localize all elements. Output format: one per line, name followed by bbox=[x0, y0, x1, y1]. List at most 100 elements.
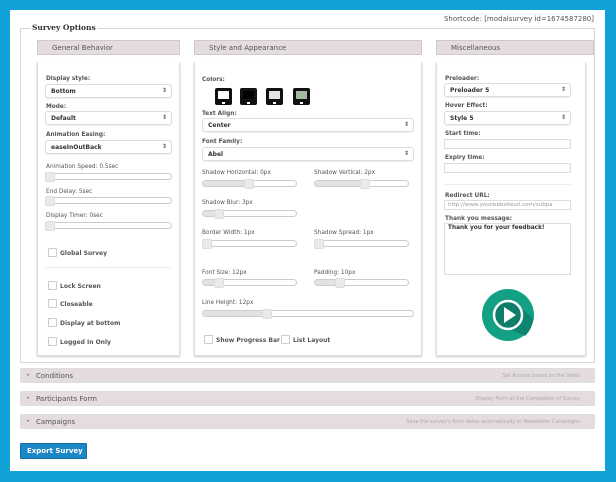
font-family-label: Font Family: bbox=[202, 139, 243, 145]
progress-bar-checkbox[interactable] bbox=[204, 335, 213, 344]
start-time-input[interactable] bbox=[444, 139, 571, 149]
slider-handle[interactable] bbox=[202, 239, 212, 249]
color-swatch[interactable] bbox=[240, 88, 257, 105]
slider-fill bbox=[315, 181, 366, 186]
shadow-spread-label: Shadow Spread: 1px bbox=[314, 230, 374, 236]
accordion-title: Campaigns bbox=[36, 418, 76, 426]
colors-label: Colors: bbox=[202, 77, 225, 83]
caret-right-icon: ▸ bbox=[27, 418, 30, 424]
accordion-campaigns[interactable]: ▸ Campaigns Save the survey's form datas a… bbox=[20, 414, 595, 429]
thank-you-label: Thank you message: bbox=[445, 216, 513, 222]
slider-handle[interactable] bbox=[334, 278, 345, 288]
global-survey-label: Global Survey bbox=[60, 250, 108, 257]
display-style-label: Display style: bbox=[46, 76, 91, 82]
shadow-spread-slider[interactable] bbox=[314, 239, 409, 249]
slider-handle[interactable] bbox=[243, 179, 254, 189]
thank-you-textarea[interactable]: Thank you for your feedback! bbox=[444, 223, 571, 275]
slider-handle[interactable] bbox=[45, 172, 55, 182]
preloader-label: Preloader: bbox=[445, 76, 480, 82]
redirect-url-input[interactable]: http://www.yourwebsiteurl.com/subpa bbox=[444, 200, 571, 210]
font-size-slider[interactable] bbox=[202, 278, 297, 288]
select-arrows-icon: ⇕ bbox=[560, 114, 566, 121]
end-delay-label: End Delay: 5sec bbox=[46, 189, 93, 195]
animation-speed-slider[interactable] bbox=[45, 172, 172, 182]
font-size-label: Font Size: 12px bbox=[202, 270, 247, 276]
shadow-blur-slider[interactable] bbox=[202, 209, 297, 219]
logged-in-label: Logged In Only bbox=[60, 339, 111, 346]
display-style-select[interactable]: Bottom ⇕ bbox=[45, 84, 172, 98]
easing-label: Animation Easing: bbox=[46, 132, 106, 138]
animation-speed-label: Animation Speed: 0.5sec bbox=[46, 164, 119, 170]
slider-handle[interactable] bbox=[314, 239, 324, 249]
accordion-conditions[interactable]: ▸ Conditions Set Actions based on the Vote… bbox=[20, 368, 595, 383]
lock-screen-checkbox[interactable] bbox=[48, 281, 57, 290]
miscellaneous-header: Miscellaneous bbox=[436, 40, 594, 55]
select-arrows-icon: ⇕ bbox=[403, 121, 409, 128]
hover-effect-label: Hover Effect: bbox=[445, 103, 488, 109]
slider-handle[interactable] bbox=[214, 209, 225, 219]
progress-bar-label: Show Progress Bar bbox=[216, 337, 280, 344]
closeable-checkbox[interactable] bbox=[48, 299, 57, 308]
slider-handle[interactable] bbox=[214, 278, 225, 288]
display-timer-label: Display Timer: 0sec bbox=[46, 213, 103, 219]
shadow-blur-label: Shadow Blur: 3px bbox=[202, 200, 253, 206]
accordion-description: Display Form at the Completion of Survey bbox=[475, 396, 580, 402]
global-survey-checkbox[interactable] bbox=[48, 248, 57, 257]
divider bbox=[45, 267, 172, 268]
list-layout-label: List Layout bbox=[293, 337, 331, 344]
color-swatch[interactable] bbox=[293, 88, 310, 105]
select-arrows-icon: ⇕ bbox=[161, 114, 167, 121]
logged-in-checkbox[interactable] bbox=[48, 337, 57, 346]
accordion-title: Conditions bbox=[36, 372, 74, 380]
display-bottom-checkbox[interactable] bbox=[48, 318, 57, 327]
shadow-vertical-slider[interactable] bbox=[314, 179, 409, 189]
text-align-value: Center bbox=[208, 122, 231, 129]
list-layout-checkbox[interactable] bbox=[281, 335, 290, 344]
preview-play-icon[interactable] bbox=[481, 288, 535, 342]
slider-handle[interactable] bbox=[45, 221, 55, 231]
border-width-slider[interactable] bbox=[202, 239, 297, 249]
caret-right-icon: ▸ bbox=[27, 372, 30, 378]
color-swatch[interactable] bbox=[266, 88, 283, 105]
line-height-slider[interactable] bbox=[202, 309, 414, 319]
color-swatch[interactable] bbox=[215, 88, 232, 105]
easing-value: easeInOutBack bbox=[51, 144, 102, 151]
accordion-title: Participants Form bbox=[36, 395, 97, 403]
expiry-time-input[interactable] bbox=[444, 163, 571, 173]
style-appearance-header: Style and Appearance bbox=[194, 40, 422, 55]
hover-effect-select[interactable]: Style 5 ⇕ bbox=[444, 111, 571, 125]
accordion-description: Save the survey's form datas automatical… bbox=[406, 419, 580, 425]
text-align-select[interactable]: Center ⇕ bbox=[202, 118, 414, 132]
slider-handle[interactable] bbox=[262, 309, 272, 319]
accordion-participants-form[interactable]: ▸ Participants Form Display Form at the Co… bbox=[20, 391, 595, 406]
redirect-url-label: Redirect URL: bbox=[445, 193, 490, 199]
display-style-value: Bottom bbox=[51, 88, 76, 95]
export-survey-button[interactable]: Export Survey bbox=[20, 443, 87, 459]
slider-handle[interactable] bbox=[359, 179, 370, 189]
start-time-label: Start time: bbox=[445, 131, 481, 137]
mode-select[interactable]: Default ⇕ bbox=[45, 111, 172, 125]
hover-effect-value: Style 5 bbox=[450, 115, 474, 122]
border-width-label: Border Width: 1px bbox=[202, 230, 255, 236]
padding-slider[interactable] bbox=[314, 278, 409, 288]
end-delay-slider[interactable] bbox=[45, 196, 172, 206]
shadow-horizontal-slider[interactable] bbox=[202, 179, 297, 189]
select-arrows-icon: ⇕ bbox=[161, 143, 167, 150]
preloader-value: Preloader 5 bbox=[450, 87, 490, 94]
select-arrows-icon: ⇕ bbox=[560, 86, 566, 93]
page-title: Survey Options bbox=[30, 23, 98, 32]
display-bottom-label: Display at bottom bbox=[60, 320, 121, 327]
font-family-value: Abel bbox=[208, 151, 224, 158]
lock-screen-label: Lock Screen bbox=[60, 283, 101, 290]
easing-select[interactable]: easeInOutBack ⇕ bbox=[45, 140, 172, 154]
select-arrows-icon: ⇕ bbox=[403, 150, 409, 157]
slider-handle[interactable] bbox=[45, 196, 55, 206]
text-align-label: Text Align: bbox=[202, 111, 237, 117]
mode-value: Default bbox=[51, 115, 76, 122]
shadow-vertical-label: Shadow Vertical: 2px bbox=[314, 170, 376, 176]
font-family-select[interactable]: Abel ⇕ bbox=[202, 147, 414, 161]
preloader-select[interactable]: Preloader 5 ⇕ bbox=[444, 83, 571, 97]
caret-right-icon: ▸ bbox=[27, 395, 30, 401]
display-timer-slider[interactable] bbox=[45, 221, 172, 231]
slider-fill bbox=[203, 311, 268, 316]
